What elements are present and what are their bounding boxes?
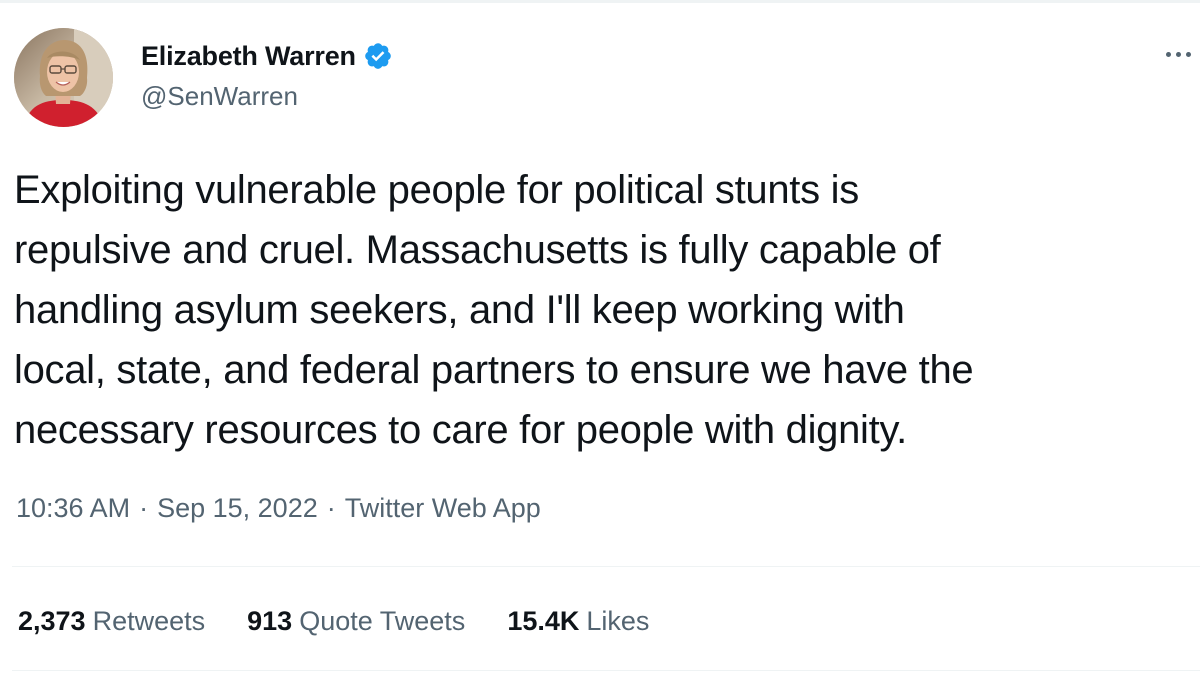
meta-separator: · <box>139 493 149 523</box>
stats-divider <box>12 566 1200 567</box>
retweets-stat[interactable]: 2,373 Retweets <box>18 606 205 637</box>
bottom-divider <box>12 670 1200 671</box>
retweets-label: Retweets <box>92 606 206 636</box>
more-options-icon[interactable] <box>1166 44 1200 64</box>
author-info: Elizabeth Warren @SenWarren <box>141 36 393 112</box>
tweet-time[interactable]: 10:36 AM <box>16 493 130 524</box>
more-dot <box>1186 51 1191 57</box>
quote-tweets-count: 913 <box>247 606 293 636</box>
author-display-name[interactable]: Elizabeth Warren <box>141 41 356 72</box>
engagement-stats: 2,373 Retweets 913 Quote Tweets 15.4K Likes <box>18 606 691 637</box>
tweet-date[interactable]: Sep 15, 2022 <box>157 493 318 524</box>
likes-label: Likes <box>586 606 650 636</box>
author-handle[interactable]: @SenWarren <box>141 81 393 112</box>
quote-tweets-label: Quote Tweets <box>299 606 466 636</box>
tweet-source-link[interactable]: Twitter Web App <box>345 493 541 524</box>
meta-separator: · <box>326 493 336 523</box>
more-dot <box>1176 51 1181 57</box>
profile-photo-icon <box>14 28 113 127</box>
more-dot <box>1166 51 1171 57</box>
verified-badge-icon <box>363 41 393 71</box>
name-row: Elizabeth Warren <box>141 36 393 76</box>
tweet-metadata: 10:36 AM · Sep 15, 2022 · Twitter Web Ap… <box>16 493 541 524</box>
avatar[interactable] <box>14 28 113 127</box>
likes-stat[interactable]: 15.4K Likes <box>507 606 649 637</box>
top-divider <box>0 0 1200 3</box>
quote-tweets-stat[interactable]: 913 Quote Tweets <box>247 606 465 637</box>
tweet-text: Exploiting vulnerable people for politic… <box>14 168 974 452</box>
likes-count: 15.4K <box>507 606 580 636</box>
retweets-count: 2,373 <box>18 606 86 636</box>
tweet-card: Elizabeth Warren @SenWarren Exploiting v… <box>0 0 1200 675</box>
